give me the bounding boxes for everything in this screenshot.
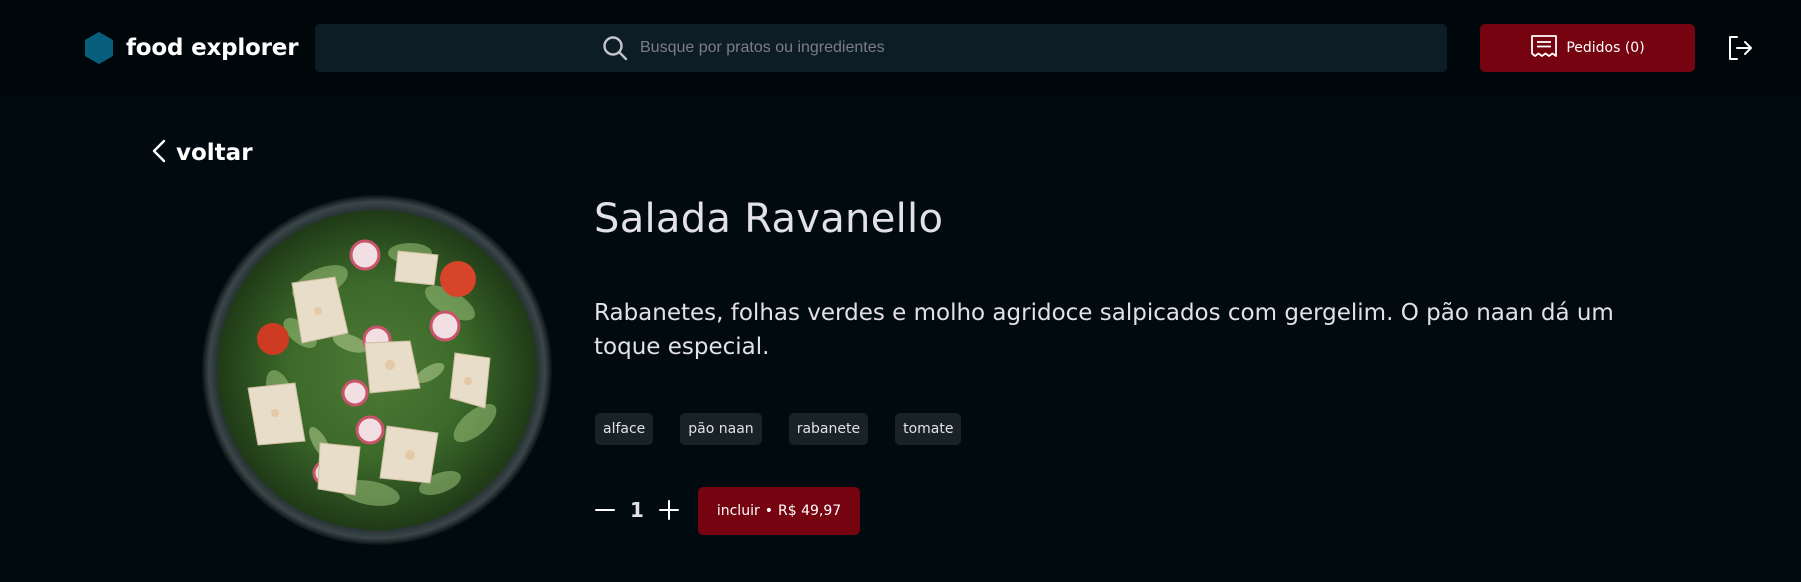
ingredient-tags: alface pão naan rabanete tomate [595, 413, 962, 445]
orders-button[interactable]: Pedidos (0) [1480, 24, 1695, 72]
back-link[interactable]: voltar [150, 136, 253, 170]
header: food explorer Pedidos (0) [0, 0, 1801, 96]
ingredient-tag: tomate [895, 413, 962, 445]
add-to-order-button[interactable]: incluir • R$ 49,97 [698, 487, 860, 535]
sign-out-icon[interactable] [1726, 34, 1754, 62]
ingredient-tag: alface [595, 413, 654, 445]
separator-dot: • [764, 503, 773, 519]
hexagon-logo-icon [84, 32, 114, 64]
quantity-stepper: 1 [594, 490, 680, 530]
brand-logo[interactable]: food explorer [84, 30, 299, 66]
orders-label: Pedidos (0) [1566, 40, 1645, 56]
plus-icon[interactable] [658, 499, 680, 521]
ingredient-tag: rabanete [788, 413, 869, 445]
search-input[interactable] [640, 39, 1160, 57]
dish-image [200, 193, 555, 548]
dish-title: Salada Ravanello [594, 196, 944, 242]
back-label: voltar [176, 140, 253, 166]
price-label: R$ 49,97 [777, 503, 842, 519]
brand-name: food explorer [126, 35, 299, 61]
search-icon [602, 35, 628, 61]
search-bar[interactable] [315, 24, 1447, 72]
dish-description: Rabanetes, folhas verdes e molho agridoc… [594, 300, 1614, 360]
minus-icon[interactable] [594, 499, 616, 521]
ingredient-tag: pão naan [680, 413, 762, 445]
receipt-icon [1530, 34, 1558, 62]
quantity-value: 1 [630, 498, 644, 522]
add-label: incluir [716, 503, 760, 519]
chevron-left-icon [150, 138, 168, 168]
